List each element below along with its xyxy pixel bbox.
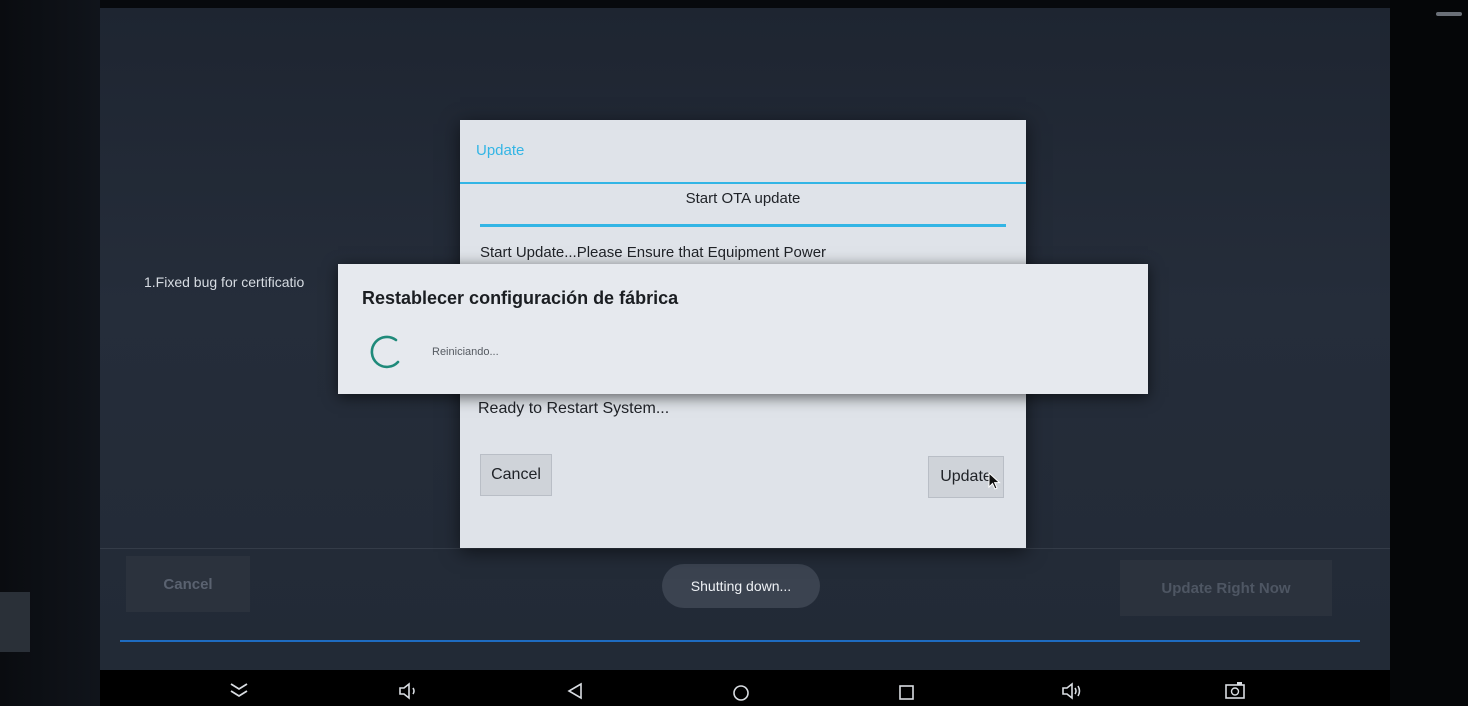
screenshot-icon[interactable] (1222, 680, 1248, 702)
background-cancel-button[interactable]: Cancel (126, 556, 250, 612)
dialog-title: Update (476, 142, 525, 159)
update-right-now-button[interactable]: Update Right Now (1120, 560, 1332, 616)
reset-dialog-title: Restablecer configuración de fábrica (362, 288, 679, 308)
back-icon[interactable] (562, 680, 588, 702)
dialog-message: Start Update...Please Ensure that Equipm… (480, 244, 827, 261)
bezel-reflection (0, 592, 30, 652)
progress-line (120, 640, 1360, 642)
release-note: 1.Fixed bug for certificatio (144, 274, 305, 290)
loading-spinner-icon (370, 335, 400, 369)
right-bezel (1390, 0, 1468, 706)
recents-icon[interactable] (894, 680, 920, 702)
dialog-subtitle: Start OTA update (685, 190, 801, 207)
subtitle-divider (480, 224, 1006, 227)
navigation-bar (100, 670, 1390, 706)
screen: 1.Fixed bug for certificatio Cancel Shut… (100, 8, 1390, 670)
title-divider (460, 182, 1026, 184)
hide-bar-icon[interactable] (226, 680, 252, 702)
footer-divider (100, 548, 1390, 549)
volume-down-icon[interactable] (396, 680, 422, 702)
shutting-down-toast: Shutting down... (662, 564, 820, 608)
mouse-cursor-icon (988, 472, 1001, 490)
home-icon[interactable] (728, 680, 754, 702)
volume-up-icon[interactable] (1060, 680, 1086, 702)
factory-reset-dialog: Restablecer configuración de fábrica Rei… (338, 264, 1148, 394)
ota-cancel-button[interactable]: Cancel (480, 454, 552, 496)
left-bezel (0, 0, 100, 706)
dialog-status: Ready to Restart System... (478, 400, 670, 417)
bezel-indicator (1436, 12, 1462, 16)
reset-dialog-message: Reiniciando... (432, 346, 499, 358)
